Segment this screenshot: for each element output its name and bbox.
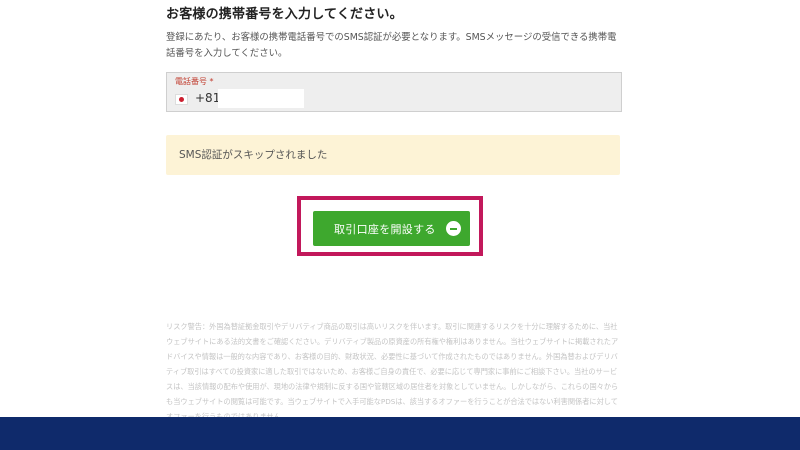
- sms-skipped-notice: SMS認証がスキップされました: [166, 135, 620, 175]
- japan-flag-icon[interactable]: [175, 94, 188, 105]
- phone-number-label-text: 電話番号: [175, 77, 207, 86]
- page-title: お客様の携帯番号を入力してください。: [166, 7, 403, 22]
- phone-number-input[interactable]: [218, 89, 304, 108]
- form-description: 登録にあたり、お客様の携帯電話番号でのSMS認証が必要となります。SMSメッセー…: [166, 32, 617, 59]
- country-code[interactable]: +81: [195, 91, 220, 105]
- notice-text: SMS認証がスキップされました: [179, 149, 328, 161]
- risk-disclaimer: リスク警告：外国為替証拠金取引やデリバティブ商品の取引は高いリスクを伴います。取…: [166, 322, 619, 417]
- footer-bar: [0, 417, 800, 450]
- phone-number-panel: 電話番号 * +81: [166, 72, 622, 112]
- required-mark: *: [209, 77, 214, 86]
- open-account-label: 取引口座を開設する: [334, 224, 436, 236]
- phone-number-label: 電話番号 *: [175, 76, 214, 87]
- arrow-circle-icon: [446, 221, 461, 236]
- page: お客様の携帯番号を入力してください。 登録にあたり、お客様の携帯電話番号でのSM…: [0, 0, 800, 450]
- open-account-button[interactable]: 取引口座を開設する: [313, 211, 470, 246]
